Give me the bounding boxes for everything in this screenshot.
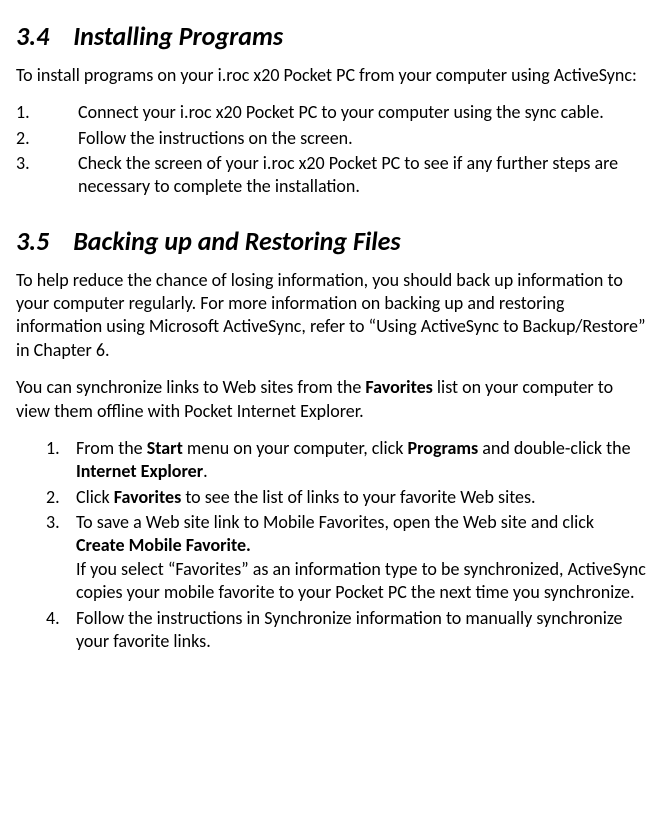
list-item: 1.From the Start menu on your computer, … [46,437,646,484]
step-number: 1. [46,437,76,484]
step-text: Follow the instructions in Synchronize i… [76,607,646,654]
section-title: Backing up and Restoring Files [73,225,400,257]
section-3-5-steps: 1.From the Start menu on your computer, … [16,437,646,654]
section-number: 3.4 [16,20,49,52]
section-title: Installing Programs [73,20,283,52]
section-number: 3.5 [16,225,49,257]
step-number: 3. [46,511,76,605]
step-number: 2. [16,127,78,150]
section-3-4-intro: To install programs on your i.roc x20 Po… [16,64,646,87]
step-text: To save a Web site link to Mobile Favori… [76,511,646,605]
step-number: 2. [46,486,76,509]
section-3-5-p2: You can synchronize links to Web sites f… [16,376,646,423]
step-number: 3. [16,152,78,199]
section-3-5-p1: To help reduce the chance of losing info… [16,269,646,363]
list-item: 2.Follow the instructions on the screen. [16,127,646,150]
step-number: 4. [46,607,76,654]
step-text: Click Favorites to see the list of links… [76,486,646,509]
list-item: 3.Check the screen of your i.roc x20 Poc… [16,152,646,199]
list-item: 4.Follow the instructions in Synchronize… [46,607,646,654]
step-text: Follow the instructions on the screen. [78,127,646,150]
step-text: From the Start menu on your computer, cl… [76,437,646,484]
list-item: 1.Connect your i.roc x20 Pocket PC to yo… [16,101,646,124]
section-3-4-steps: 1.Connect your i.roc x20 Pocket PC to yo… [16,101,646,199]
section-heading-3-4: 3.4 Installing Programs [16,20,646,54]
list-item: 2.Click Favorites to see the list of lin… [46,486,646,509]
step-text: Check the screen of your i.roc x20 Pocke… [78,152,646,199]
step-text: Connect your i.roc x20 Pocket PC to your… [78,101,646,124]
section-heading-3-5: 3.5 Backing up and Restoring Files [16,225,646,259]
step-number: 1. [16,101,78,124]
list-item: 3.To save a Web site link to Mobile Favo… [46,511,646,605]
